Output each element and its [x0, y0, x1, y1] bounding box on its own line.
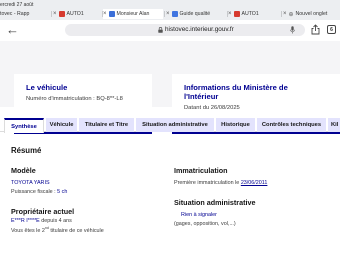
back-arrow-icon[interactable]: ← — [6, 23, 19, 36]
tab-label: AUTO1 — [66, 11, 84, 17]
ministry-card-title[interactable]: Informations du Ministère de l'Intérieur — [184, 83, 288, 101]
address-bar[interactable]: histovec.interieur.gouv.fr — [65, 24, 305, 36]
globe-icon: ⊕ — [288, 11, 294, 18]
auto1-favicon-icon — [233, 11, 240, 17]
tab-guide-qualite[interactable]: × Guide qualité — [166, 9, 226, 19]
tab-label: tovec - Rapp — [0, 11, 30, 17]
tab-new[interactable]: × ⊕ Nouvel onglet — [283, 9, 340, 19]
tab-synthese[interactable]: Synthèse — [4, 118, 44, 133]
tab-label: Monsieur Alan — [116, 11, 150, 17]
first-registration: Première immatriculation le 23/06/2011 — [174, 180, 267, 186]
tab-auto1-b[interactable]: × AUTO1 — [228, 9, 280, 19]
registration-heading: Immatriculation — [174, 166, 228, 175]
status-time: ercredi 27 août — [0, 2, 34, 8]
vehicle-card-title[interactable]: Le véhicule — [26, 83, 67, 92]
microphone-icon[interactable] — [290, 26, 295, 34]
lock-icon — [158, 27, 163, 33]
tab-close-icon[interactable]: × — [283, 11, 287, 17]
model-heading: Modèle — [11, 166, 36, 175]
tab-close-icon[interactable]: × — [53, 11, 57, 17]
summary-heading: Résumé — [11, 146, 42, 155]
tab-label: Guide qualité — [179, 11, 211, 17]
tab-vehicule[interactable]: Véhicule — [46, 118, 77, 132]
url-text: histovec.interieur.gouv.fr — [165, 25, 234, 33]
ministry-title-line1: Informations du Ministère de — [184, 83, 288, 92]
owner-name: E***R I****E depuis 4 ans — [11, 218, 72, 224]
tab-histovec[interactable]: tovec - Rapp — [0, 9, 50, 19]
tab-count: 6 — [327, 25, 336, 34]
owner-duration: depuis 4 ans — [39, 218, 72, 224]
owner-rank: Vous êtes le 2nd titulaire de ce véhicul… — [11, 226, 104, 234]
cards-area: Le véhicule Numéro d'immatriculation : B… — [0, 41, 340, 134]
fiscal-power-value: 5 ch — [57, 189, 68, 195]
tab-close-icon[interactable]: × — [228, 11, 232, 17]
tab-controles-techniques[interactable]: Contrôles techniques — [257, 118, 326, 132]
tab-monsieur[interactable]: × Monsieur Alan — [103, 9, 163, 19]
browser-tab-bar: ercredi 27 août tovec - Rapp × AUTO1 × M… — [0, 0, 340, 20]
ministry-date: Datant du 26/08/2025 — [184, 105, 240, 111]
owner-masked-name: E***R I****E — [11, 218, 40, 224]
registration-number: Numéro d'immatriculation : BQ-8**-L8 — [26, 96, 123, 102]
tab-count-button[interactable]: 6 — [326, 24, 337, 35]
first-registration-label: Première immatriculation le — [174, 180, 241, 186]
tab-close-icon[interactable]: × — [166, 11, 170, 17]
tab-label: Nouvel onglet — [295, 11, 328, 17]
tab-kilometrage[interactable]: Kil — [328, 118, 340, 132]
admin-status: Rien à signaler — [181, 212, 217, 218]
model-name: TOYOTA YARIS — [11, 180, 50, 186]
admin-details: (gages, opposition, vol,...) — [174, 221, 236, 227]
mail-favicon-icon — [108, 11, 115, 17]
tab-close-icon[interactable]: × — [103, 11, 107, 17]
tab-historique[interactable]: Historique — [216, 118, 255, 132]
fiscal-power-label: Puissance fiscale : — [11, 189, 58, 195]
tab-titulaire[interactable]: Titulaire et Titre — [79, 118, 134, 132]
tab-label: AUTO1 — [241, 11, 259, 17]
doc-favicon-icon — [171, 11, 178, 17]
share-icon[interactable] — [310, 24, 321, 35]
ministry-title-line2: l'Intérieur — [184, 92, 219, 101]
owner-heading: Propriétaire actuel — [11, 207, 75, 216]
browser-toolbar: ← histovec.interieur.gouv.fr 6 — [0, 20, 340, 41]
tab-situation-administrative[interactable]: Situation administrative — [136, 118, 214, 132]
admin-situation-heading: Situation administrative — [174, 198, 256, 207]
fiscal-power: Puissance fiscale : 5 ch — [11, 189, 67, 195]
auto1-favicon-icon — [58, 11, 65, 17]
first-registration-date[interactable]: 23/06/2011 — [241, 180, 268, 186]
tab-auto1-a[interactable]: × AUTO1 — [53, 9, 101, 19]
